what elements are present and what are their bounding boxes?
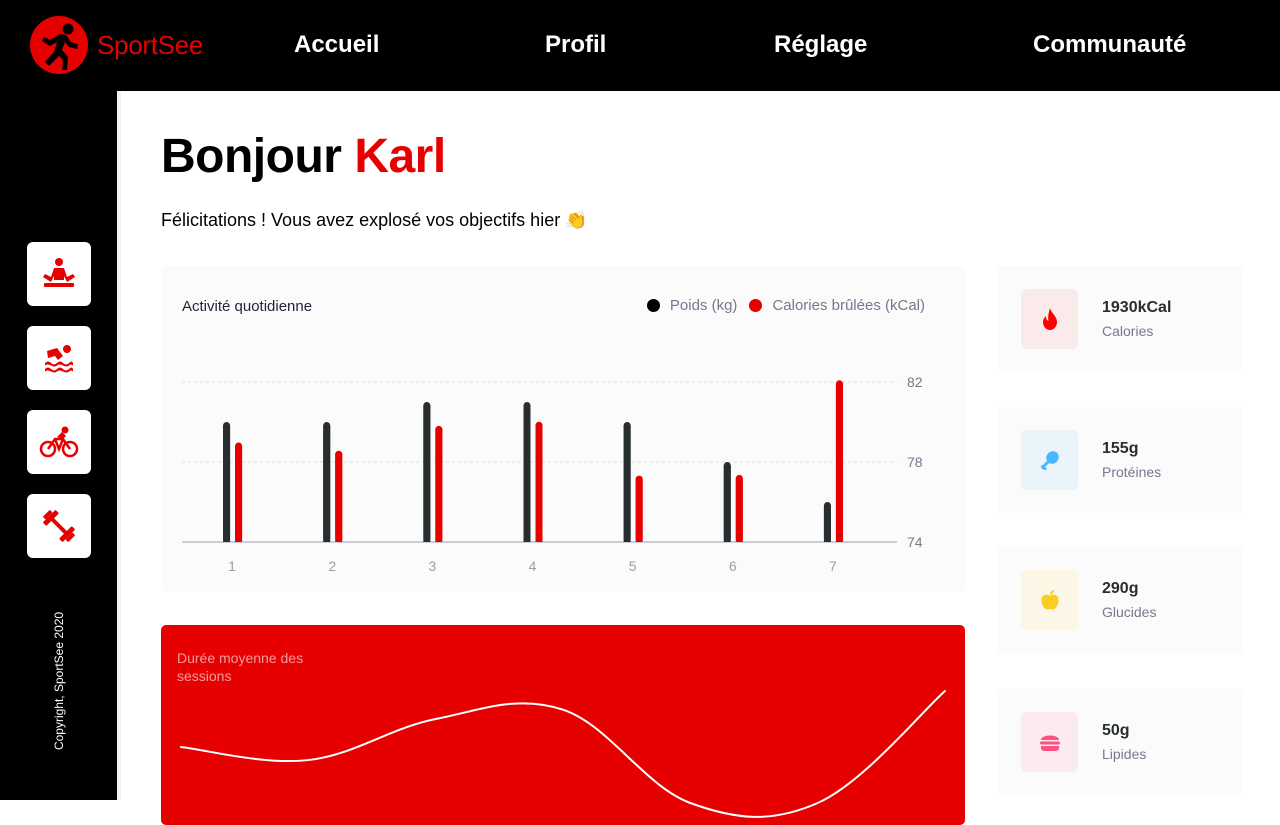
weight-bar-base (323, 425, 331, 542)
nav-accueil[interactable]: Accueil (294, 31, 379, 59)
weight-bar-base (823, 505, 831, 542)
brand-logo[interactable]: SportSee (30, 16, 203, 74)
x-tick-label: 6 (729, 558, 737, 574)
apple-icon (1021, 570, 1078, 630)
activity-title: Activité quotidienne (182, 298, 313, 315)
carbs-value: 290g (1102, 580, 1139, 597)
chicken-icon (1021, 430, 1078, 490)
x-tick-label: 5 (629, 558, 637, 574)
calories-bar-base (735, 477, 743, 542)
key-card-calories: 1930kCal Calories (997, 266, 1243, 372)
key-card-lipids: 50g Lipides (997, 689, 1243, 795)
key-card-proteins: 155g Protéines (997, 407, 1243, 513)
yoga-icon (43, 258, 75, 287)
nav-communaute[interactable]: Communauté (1033, 31, 1186, 59)
legend-weight-dot (646, 299, 660, 312)
average-sessions-card: Durée moyenne des sessions (161, 625, 965, 825)
burger-icon (1021, 712, 1078, 772)
average-sessions-chart[interactable] (161, 625, 965, 825)
calories-label: Calories (1102, 323, 1154, 339)
sidebar-item-swimming[interactable] (27, 326, 91, 390)
fire-icon (1021, 289, 1078, 349)
top-navigation: SportSee Accueil Profil Réglage Communau… (0, 0, 1280, 91)
legend-weight-label: Poids (kg) (669, 297, 738, 314)
x-tick-label: 7 (829, 558, 837, 574)
calories-bar-base (535, 424, 543, 542)
key-card-carbs: 290g Glucides (997, 547, 1243, 653)
activity-legend: Poids (kg) Calories brûlées (kCal) (646, 297, 925, 314)
lipids-label: Lipides (1102, 746, 1147, 762)
weight-bar-base (423, 405, 431, 542)
y-tick-label: 78 (907, 454, 923, 470)
x-tick-label: 3 (428, 558, 436, 574)
dumbbell-icon (43, 510, 75, 542)
page-title: Bonjour Karl (161, 129, 446, 184)
x-tick-label: 4 (529, 558, 537, 574)
daily-activity-card: 74 78 82 1 2 3 4 5 6 7 Activité quotidienne Poids… (161, 266, 965, 592)
calories-bar-base (435, 428, 443, 542)
calories-bar-base (235, 445, 243, 542)
calories-bar-base (835, 383, 843, 542)
calories-bar-base (335, 453, 343, 542)
calories-bar-base (635, 478, 643, 542)
copyright-text: Copyright, SportSee 2020 (52, 611, 66, 751)
cycling-icon (39, 426, 79, 458)
weight-bar-base (523, 405, 531, 542)
carbs-label: Glucides (1102, 604, 1157, 620)
y-tick-label: 74 (907, 534, 923, 550)
lipids-value: 50g (1102, 722, 1130, 739)
sidebar-item-weights[interactable] (27, 494, 91, 558)
x-tick-label: 1 (228, 558, 236, 574)
weight-bar-base (623, 425, 631, 542)
calories-value: 1930kCal (1102, 299, 1172, 316)
brand-name: SportSee (97, 29, 204, 60)
runner-icon (30, 16, 88, 74)
weight-bar-base (723, 465, 731, 542)
nav-reglage[interactable]: Réglage (774, 31, 867, 59)
weight-bar-base (223, 425, 231, 542)
nav-profil[interactable]: Profil (545, 31, 606, 59)
user-first-name: Karl (354, 130, 446, 183)
proteins-value: 155g (1102, 440, 1139, 457)
greeting-word: Bonjour (161, 130, 342, 183)
sidebar: Copyright, SportSee 2020 (0, 91, 117, 800)
y-tick-label: 82 (907, 374, 923, 390)
legend-calories: Calories brûlées (kCal) (749, 297, 925, 314)
dashboard-main: Bonjour Karl Félicitations ! Vous avez e… (117, 91, 1280, 825)
proteins-label: Protéines (1102, 464, 1162, 480)
swimming-icon (45, 345, 73, 373)
sidebar-item-yoga[interactable] (27, 242, 91, 306)
x-tick-label: 2 (328, 558, 336, 574)
sidebar-item-cycling[interactable] (27, 410, 91, 474)
legend-weight: Poids (kg) (646, 297, 738, 314)
congrats-message: Félicitations ! Vous avez explosé vos ob… (161, 210, 588, 230)
legend-calories-label: Calories brûlées (kCal) (772, 297, 925, 314)
sessions-line (180, 690, 946, 818)
legend-calories-dot (749, 299, 763, 312)
